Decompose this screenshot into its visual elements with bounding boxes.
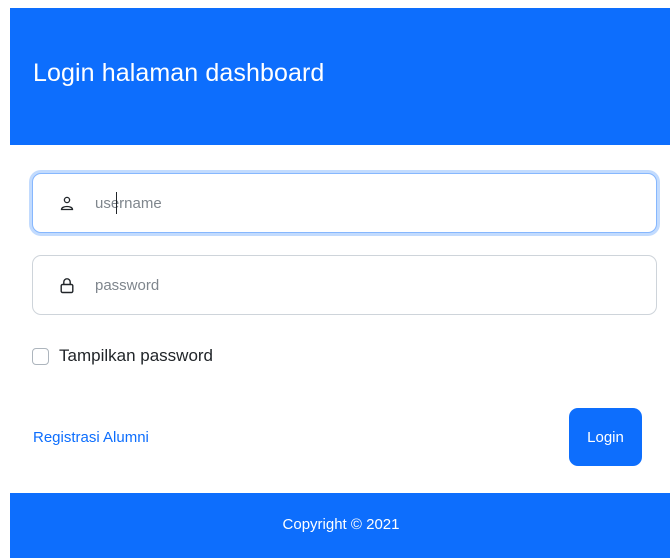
show-password-row: Tampilkan password <box>32 346 213 366</box>
username-field[interactable] <box>32 173 657 233</box>
show-password-checkbox[interactable] <box>32 347 49 365</box>
card-footer: Copyright © 2021 <box>10 493 670 558</box>
password-field[interactable] <box>32 255 657 315</box>
user-icon <box>57 193 77 213</box>
password-input[interactable] <box>95 270 595 300</box>
login-card: Login halaman dashboard Tampilkan passwo… <box>10 8 670 558</box>
copyright-text: Copyright © 2021 <box>282 516 400 533</box>
username-input[interactable] <box>95 188 595 218</box>
login-button[interactable]: Login <box>569 408 642 466</box>
register-alumni-link[interactable]: Registrasi Alumni <box>33 429 149 446</box>
lock-icon <box>57 275 77 295</box>
text-caret <box>116 192 117 214</box>
show-password-label[interactable]: Tampilkan password <box>59 346 213 366</box>
page-title: Login halaman dashboard <box>33 59 325 87</box>
card-header: Login halaman dashboard <box>10 8 670 145</box>
